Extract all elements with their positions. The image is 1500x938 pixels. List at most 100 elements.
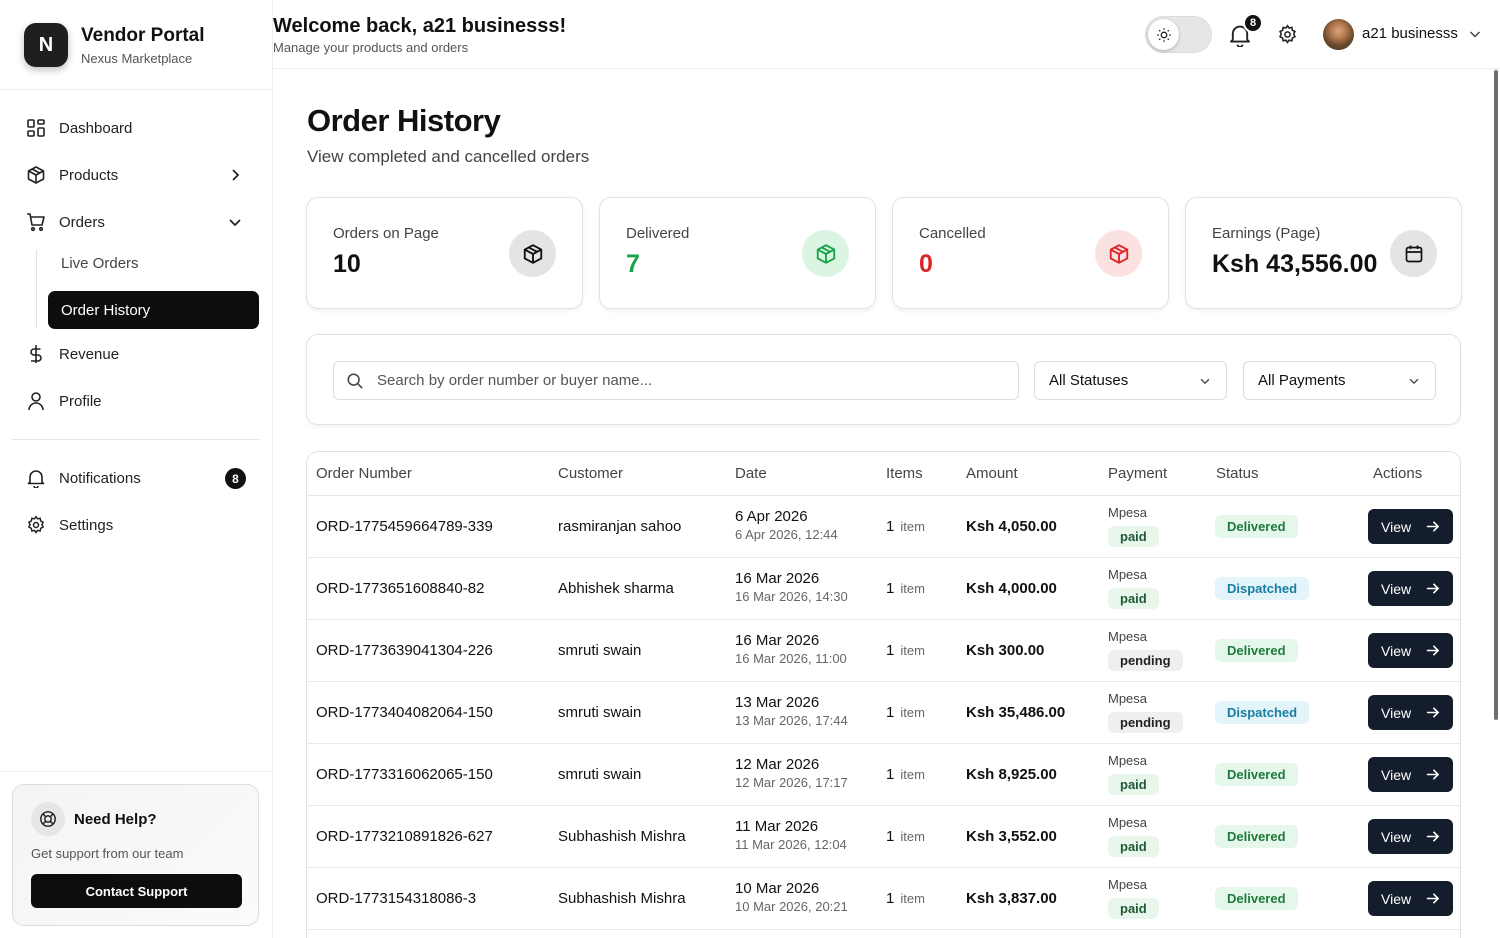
stat-value: Ksh 43,556.00 — [1212, 250, 1378, 278]
welcome-subtitle: Manage your products and orders — [273, 40, 469, 55]
order-amount: Ksh 35,486.00 — [966, 704, 1066, 721]
view-button-label: View — [1381, 890, 1412, 907]
view-order-button[interactable]: View — [1368, 695, 1453, 730]
status-filter-select[interactable]: All Statuses — [1034, 361, 1227, 400]
sidebar-subitem-live-orders[interactable]: Live Orders — [61, 255, 139, 272]
chevron-down-icon[interactable] — [1467, 26, 1483, 42]
notification-count-badge: 8 — [225, 468, 246, 489]
table-row[interactable]: ORD-1775459664789-339 rasmiranjan sahoo 6 … — [307, 496, 1460, 558]
chevron-down-icon — [1409, 378, 1419, 385]
contact-support-button[interactable]: Contact Support — [31, 874, 242, 908]
sidebar-item-revenue[interactable]: Revenue — [26, 336, 248, 372]
item-count-value: 1 — [886, 828, 895, 845]
column-header-status[interactable]: Status — [1216, 465, 1259, 482]
customer-name: smruti swain — [558, 766, 642, 783]
order-date-short: 6 Apr 2026 — [735, 508, 808, 525]
payment-method: Mpesa — [1108, 815, 1148, 830]
status-filter-value: All Statuses — [1049, 372, 1129, 389]
order-date: 16 Mar 2026 16 Mar 2026, 11:00 — [735, 632, 847, 666]
column-header-customer[interactable]: Customer — [558, 465, 623, 482]
table-row[interactable]: ORD-1773154318086-3 Subhashish Mishra 10 M… — [307, 868, 1460, 930]
theme-toggle[interactable] — [1145, 16, 1212, 53]
table-row[interactable]: ORD-1773316062065-150 smruti swain 12 Mar … — [307, 744, 1460, 806]
item-count: 1 item — [886, 704, 925, 721]
order-datetime: 10 Mar 2026, 20:21 — [735, 899, 848, 914]
table-row[interactable]: ORD-1773210891826-627 Subhashish Mishra 11… — [307, 806, 1460, 868]
column-header-payment[interactable]: Payment — [1108, 465, 1167, 482]
brand-text: Vendor Portal Nexus Marketplace — [81, 24, 205, 66]
item-unit: item — [900, 643, 925, 658]
column-header-items[interactable]: Items — [886, 465, 923, 482]
payment-filter-value: All Payments — [1258, 372, 1346, 389]
user-name[interactable]: a21 businesss — [1362, 25, 1458, 42]
stat-label: Delivered — [626, 225, 690, 242]
stat-value: 7 — [626, 250, 640, 278]
order-date-short: 16 Mar 2026 — [735, 632, 820, 649]
orders-table: Order Number Customer Date Items Amount … — [306, 451, 1461, 938]
table-row[interactable]: ORD-1773639041304-226 smruti swain 16 Mar … — [307, 620, 1460, 682]
sidebar-item-orders[interactable]: Orders — [26, 204, 248, 240]
sidebar: N Vendor Portal Nexus Marketplace Dashbo… — [0, 0, 273, 938]
item-count-value: 1 — [886, 890, 895, 907]
scrollbar[interactable] — [1494, 70, 1498, 720]
order-status: Delivered — [1215, 515, 1298, 538]
bell-icon — [26, 468, 46, 488]
grid-icon — [26, 118, 46, 138]
table-row[interactable]: ORD-1773404082064-150 smruti swain 13 Mar … — [307, 682, 1460, 744]
status-badge: Dispatched — [1215, 701, 1310, 724]
sidebar-item-label: Revenue — [59, 345, 120, 363]
header-notification-badge: 8 — [1243, 13, 1263, 33]
item-count: 1 item — [886, 580, 925, 597]
column-header-order-number[interactable]: Order Number — [316, 465, 412, 482]
gear-icon[interactable] — [1277, 24, 1298, 45]
payment-filter-select[interactable]: All Payments — [1243, 361, 1436, 400]
payment-method: Mpesa — [1108, 753, 1148, 768]
sidebar-divider — [0, 771, 272, 772]
stat-label: Orders on Page — [333, 225, 439, 242]
order-date: 13 Mar 2026 13 Mar 2026, 17:44 — [735, 694, 848, 728]
view-order-button[interactable]: View — [1368, 819, 1453, 854]
order-number: ORD-1773154318086-3 — [316, 890, 477, 907]
brand[interactable]: N Vendor Portal Nexus Marketplace — [24, 23, 205, 67]
lifebuoy-icon — [31, 802, 65, 836]
view-order-button[interactable]: View — [1368, 881, 1453, 916]
top-header: Welcome back, a21 businesss! Manage your… — [273, 0, 1500, 69]
arrow-right-icon — [1426, 707, 1440, 718]
item-unit: item — [900, 581, 925, 596]
payment-status-badge: paid — [1108, 588, 1159, 609]
sidebar-item-settings[interactable]: Settings — [26, 507, 248, 543]
sidebar-item-notifications[interactable]: Notifications 8 — [26, 460, 248, 496]
sidebar-item-products[interactable]: Products — [26, 157, 248, 193]
customer-name: rasmiranjan sahoo — [558, 518, 682, 535]
search-field[interactable] — [333, 361, 1019, 400]
status-badge: Delivered — [1215, 639, 1298, 662]
order-number: ORD-1773639041304-226 — [316, 642, 493, 659]
payment-status-badge: paid — [1108, 836, 1159, 857]
view-order-button[interactable]: View — [1368, 757, 1453, 792]
view-order-button[interactable]: View — [1368, 571, 1453, 606]
sidebar-divider — [12, 439, 259, 440]
sidebar-item-profile[interactable]: Profile — [26, 383, 248, 419]
customer-name: Subhashish Mishra — [558, 828, 686, 845]
order-datetime: 12 Mar 2026, 17:17 — [735, 775, 848, 790]
item-count: 1 item — [886, 828, 925, 845]
table-row[interactable]: ORD-1773651608840-82 Abhishek sharma 16 Ma… — [307, 558, 1460, 620]
cart-icon — [26, 212, 46, 232]
column-header-date[interactable]: Date — [735, 465, 767, 482]
order-status: Dispatched — [1215, 577, 1310, 600]
item-unit: item — [900, 767, 925, 782]
calendar-icon — [1390, 230, 1437, 277]
chevron-right-icon — [232, 169, 240, 181]
view-order-button[interactable]: View — [1368, 509, 1453, 544]
search-input[interactable] — [377, 362, 1007, 399]
view-order-button[interactable]: View — [1368, 633, 1453, 668]
order-datetime: 6 Apr 2026, 12:44 — [735, 527, 838, 542]
stat-card-earnings: Earnings (Page) Ksh 43,556.00 — [1185, 197, 1462, 309]
sidebar-item-dashboard[interactable]: Dashboard — [26, 110, 248, 146]
avatar[interactable] — [1323, 19, 1354, 50]
stat-label: Cancelled — [919, 225, 986, 242]
item-count: 1 item — [886, 642, 925, 659]
view-button-label: View — [1381, 580, 1412, 597]
column-header-amount[interactable]: Amount — [966, 465, 1018, 482]
sidebar-subitem-order-history[interactable]: Order History — [48, 291, 259, 329]
